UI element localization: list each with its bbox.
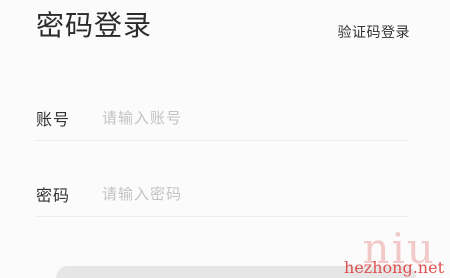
login-page: 密码登录 验证码登录 账号 密码 niu hezhong.net bbox=[0, 0, 450, 278]
sms-code-login-link[interactable]: 验证码登录 bbox=[338, 22, 411, 42]
account-field-row: 账号 bbox=[36, 96, 408, 141]
watermark-logo: niu hezhong.net bbox=[344, 228, 444, 276]
password-field-row: 密码 bbox=[36, 172, 408, 217]
password-label: 密码 bbox=[36, 186, 71, 205]
page-title: 密码登录 bbox=[36, 9, 153, 42]
watermark-site-text: hezhong.net bbox=[344, 258, 444, 277]
account-label: 账号 bbox=[36, 110, 71, 129]
account-input[interactable] bbox=[102, 103, 408, 133]
password-input[interactable] bbox=[102, 179, 408, 209]
